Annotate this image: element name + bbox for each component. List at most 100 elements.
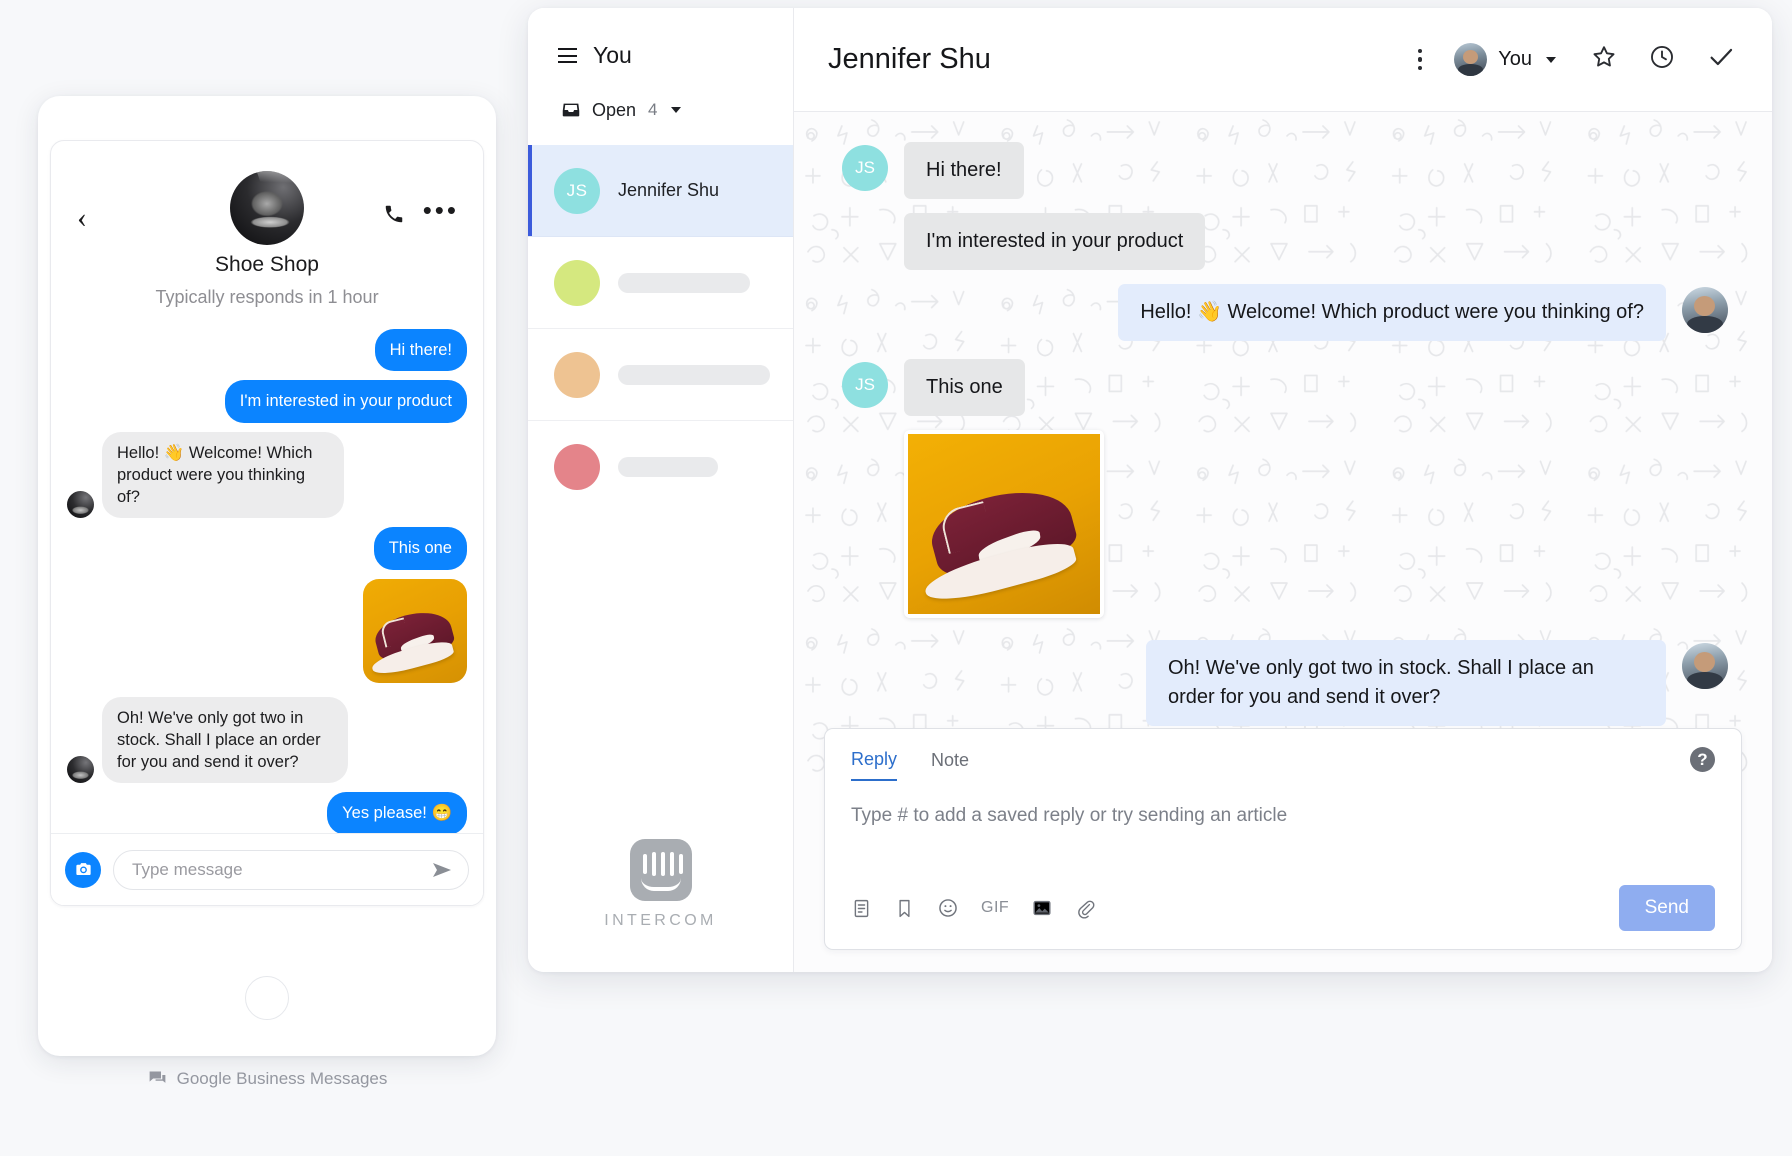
composer-toolbar: GIF [851,897,1619,919]
phone-message: Hello! 👋 Welcome! Which product were you… [67,431,467,519]
conversation-row[interactable] [528,329,793,421]
sidebar: You Open 4 JS Jennifer Shu INTERCOM [528,8,794,972]
intercom-brand: INTERCOM [528,839,793,930]
chevron-left-icon[interactable]: ‹ [77,203,87,233]
phone-message: I'm interested in your product [67,380,467,423]
message-row: JS Hi there! [842,142,1728,199]
avatar [1682,643,1728,689]
more-vertical-icon[interactable] [1417,48,1423,71]
avatar [67,756,94,784]
inbox-filter[interactable]: Open 4 [528,69,793,121]
intercom-app-window: You Open 4 JS Jennifer Shu INTERCOM Jenn… [528,8,1772,972]
check-icon[interactable] [1706,42,1736,77]
star-icon[interactable] [1590,43,1618,76]
reply-input-placeholder[interactable]: Type # to add a saved reply or try sendi… [851,805,1715,863]
product-photo-sneaker[interactable] [904,430,1104,618]
composer-tabs: Reply Note ? [851,747,1715,781]
avatar: JS [842,145,888,191]
assignee-label: You [1498,48,1532,70]
message-bubble: This one [904,359,1025,416]
message-bubble: This one [373,527,467,570]
message-row: JS This one [842,359,1728,416]
message-input-placeholder: Type message [132,859,243,879]
message-bubble: Oh! We've only got two in stock. Shall I… [1146,640,1666,726]
avatar [1682,287,1728,333]
conversation-header: Jennifer Shu You [794,8,1772,112]
screenshot-root: ‹ ••• Shoe Shop Typically responds in 1 … [0,0,1792,1156]
conversation-row[interactable] [528,237,793,329]
message-row: I'm interested in your product [842,213,1728,270]
intercom-wordmark: INTERCOM [604,912,717,929]
avatar [554,444,600,490]
phone-message-thread: Hi there! I'm interested in your product… [51,329,483,835]
avatar [1454,43,1488,76]
send-button[interactable]: Send [1618,885,1715,931]
conversation-pane: Jennifer Shu You JS Hi there! I'm intere… [794,8,1772,972]
chevron-down-icon[interactable] [670,107,681,113]
question-mark-icon[interactable]: ? [1690,747,1715,772]
product-photo-sneaker[interactable] [363,578,467,683]
phone-message: Oh! We've only got two in stock. Shall I… [67,696,467,784]
message-row-image [842,430,1728,618]
placeholder-bar [618,272,750,293]
message-bubble: I'm interested in your product [904,213,1206,270]
message-bubble: Hello! 👋 Welcome! Which product were you… [1118,284,1666,341]
camera-icon[interactable] [65,851,101,888]
message-row: Oh! We've only got two in stock. Shall I… [842,640,1728,726]
avatar: JS [554,167,600,214]
attachment-icon[interactable] [1075,898,1096,919]
phone-message: Yes please! 😁 [67,792,467,835]
home-button[interactable] [245,976,289,1020]
google-business-messages-footer: Google Business Messages [38,1068,496,1089]
avatar [67,491,94,519]
filter-count: 4 [648,100,658,119]
hamburger-menu-icon[interactable] [558,48,577,63]
clock-icon[interactable] [1648,43,1676,76]
conversation-row-jennifer-shu[interactable]: JS Jennifer Shu [528,145,793,237]
sidebar-header: You [528,8,793,69]
page-title: Jennifer Shu [828,43,991,75]
footer-label: Google Business Messages [176,1068,388,1088]
conversation-name: Jennifer Shu [618,180,720,200]
message-bubble: I'm interested in your product [224,380,467,423]
conversation-row[interactable] [528,421,793,513]
conversation-list: JS Jennifer Shu [528,145,793,513]
search-input-wrapper[interactable]: Type message [113,849,469,890]
phone-message-image[interactable] [67,578,467,683]
image-icon[interactable] [1031,897,1053,919]
saved-reply-icon[interactable] [894,898,915,919]
inbox-icon [562,103,580,117]
phone-header: ‹ ••• Shoe Shop Typically responds in 1 … [51,141,483,307]
phone-composer: Type message [51,833,483,905]
reply-composer: Reply Note ? Type # to add a saved reply… [824,728,1742,950]
phone-icon[interactable] [383,203,405,230]
avatar [554,259,600,306]
tab-reply[interactable]: Reply [851,749,898,781]
article-icon[interactable] [851,898,872,919]
assignee-selector[interactable]: You [1454,43,1556,76]
tab-note[interactable]: Note [931,750,969,780]
send-icon[interactable] [430,858,454,882]
placeholder-bar [618,364,770,385]
shop-response-time: Typically responds in 1 hour [155,287,379,307]
shop-name: Shoe Shop [215,253,319,276]
message-row: Hello! 👋 Welcome! Which product were you… [842,284,1728,341]
phone-message: This one [67,527,467,570]
phone-mockup: ‹ ••• Shoe Shop Typically responds in 1 … [38,96,496,1056]
sidebar-title: You [593,42,632,68]
message-bubble: Oh! We've only got two in stock. Shall I… [102,696,348,784]
gif-icon[interactable]: GIF [981,899,1009,917]
message-bubble: Hi there! [374,329,467,372]
shop-avatar [230,171,304,245]
message-bubble: Hello! 👋 Welcome! Which product were you… [102,431,344,519]
composer-footer: GIF Send [851,885,1715,931]
chevron-down-icon[interactable] [1546,56,1556,63]
avatar: JS [842,362,888,408]
more-horizontal-icon[interactable]: ••• [423,197,459,222]
emoji-icon[interactable] [937,897,959,919]
message-thread: JS Hi there! I'm interested in your prod… [794,112,1772,972]
avatar [554,351,600,398]
intercom-logo-icon [629,839,692,901]
message-bubble: Hi there! [904,142,1024,199]
filter-label: Open [592,99,637,120]
